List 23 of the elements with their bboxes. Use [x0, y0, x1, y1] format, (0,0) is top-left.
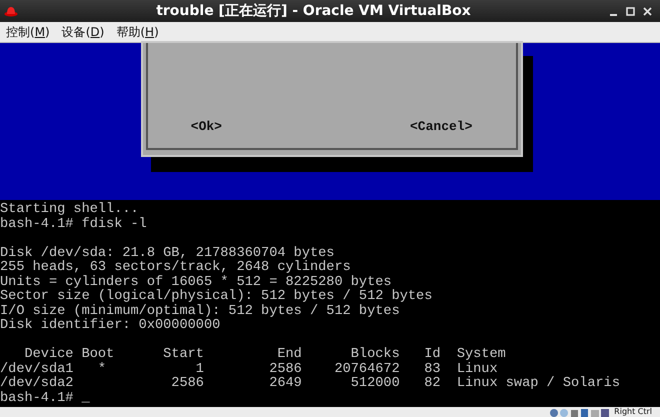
menu-item[interactable]: 设备(D) — [56, 22, 110, 42]
terminal-line: I/O size (minimum/optimal): 512 bytes / 512 bytes — [0, 304, 401, 318]
terminal-line: Units = cylinders of 16065 * 512 = 8225280 bytes — [0, 276, 392, 290]
maximize-icon[interactable] — [626, 6, 635, 16]
menu-item[interactable]: 帮助(H) — [110, 22, 165, 42]
close-icon[interactable] — [643, 6, 652, 16]
terminal-line: /dev/sda1 * 1 2586 20764672 83 Linux — [0, 362, 499, 376]
terminal-line: Device Boot Start End Blocks Id System — [23, 348, 507, 362]
terminal-line: 255 heads, 63 sectors/track, 2648 cylinders — [0, 261, 352, 275]
device-icons[interactable] — [550, 408, 610, 416]
terminal-line: Sector size (logical/physical): 512 bytes / 512 bytes — [0, 290, 434, 304]
terminal-line: Disk /dev/sda: 21.8 GB, 21788360704 bytes — [0, 246, 334, 260]
terminal-line: bash-4.1# fdisk -l — [0, 218, 148, 232]
dialog-button[interactable]: <Cancel> — [410, 117, 472, 136]
terminal-line: Starting shell... — [0, 203, 140, 217]
terminal-line: Disk identifier: 0x00000000 — [0, 319, 222, 334]
host-key-label: Right Ctrl — [614, 407, 652, 417]
hat-icon — [4, 4, 18, 18]
window-title: trouble [正在运行] - Oracle VM VirtualBox — [155, 2, 472, 20]
menu-item[interactable]: 控制(M) — [0, 22, 56, 42]
terminal-line: /dev/sda2 2586 2649 512000 82 Linux swap / Solaris — [0, 377, 621, 391]
dialog-button[interactable]: <Ok> — [190, 117, 222, 136]
terminal-line: bash-4.1# _ — [0, 392, 91, 406]
